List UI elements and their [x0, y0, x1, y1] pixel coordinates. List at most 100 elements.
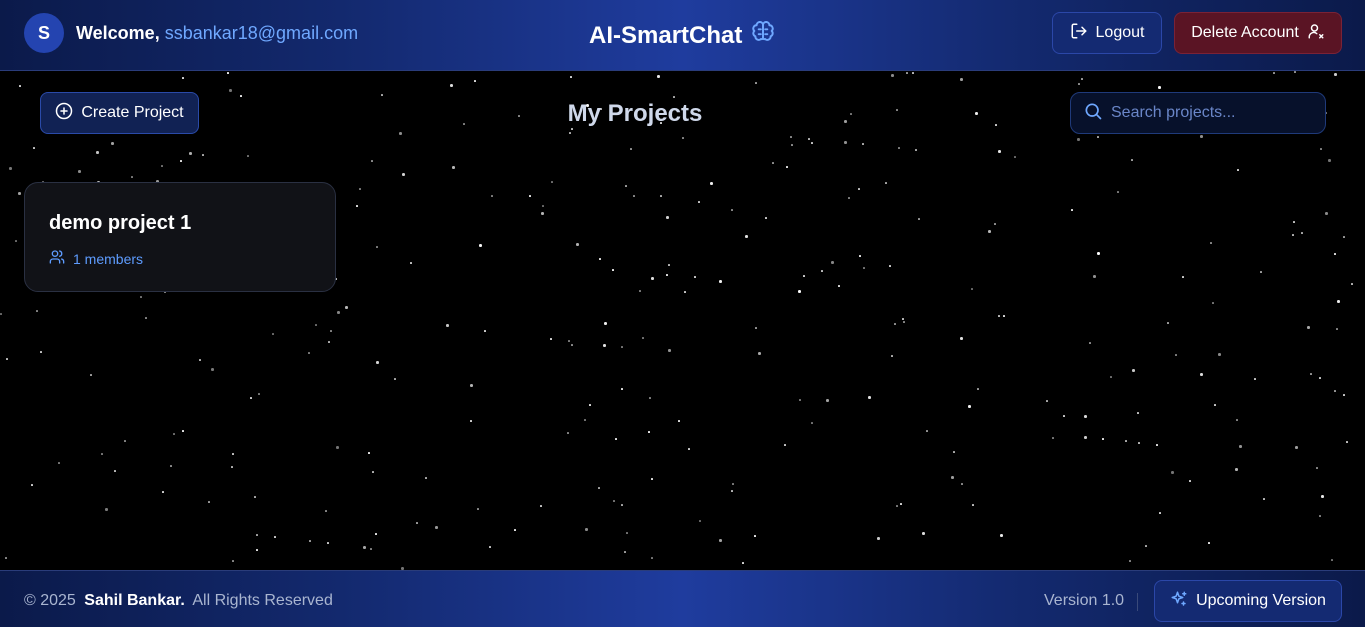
star-dot	[1212, 302, 1214, 304]
star-dot	[1081, 78, 1083, 80]
star-dot	[145, 317, 147, 319]
star-dot	[256, 549, 258, 551]
star-dot	[327, 542, 329, 544]
star-dot	[227, 72, 229, 74]
star-dot	[699, 520, 701, 522]
star-dot	[1346, 441, 1348, 443]
star-dot	[446, 324, 449, 327]
star-dot	[863, 267, 865, 269]
star-dot	[309, 540, 311, 542]
star-dot	[124, 440, 126, 442]
search-input[interactable]	[1111, 104, 1311, 122]
star-dot	[821, 270, 823, 272]
star-dot	[416, 522, 418, 524]
star-dot	[1200, 135, 1203, 138]
star-dot	[140, 296, 142, 298]
star-dot	[786, 166, 788, 168]
copyright-text: © 2025 Sahil Bankar. All Rights Reserved	[24, 592, 333, 610]
star-dot	[765, 217, 767, 219]
star-dot	[603, 344, 606, 347]
star-dot	[325, 510, 327, 512]
star-dot	[131, 176, 133, 178]
star-dot	[642, 337, 644, 339]
star-dot	[698, 201, 700, 203]
star-dot	[1236, 419, 1238, 421]
star-dot	[247, 155, 249, 157]
star-dot	[258, 393, 260, 395]
star-dot	[998, 150, 1001, 153]
logout-icon	[1070, 22, 1088, 45]
star-dot	[90, 374, 92, 376]
star-dot	[33, 147, 35, 149]
search-box[interactable]	[1070, 92, 1326, 134]
user-x-icon	[1307, 22, 1325, 45]
star-dot	[1097, 136, 1099, 138]
star-dot	[15, 240, 17, 242]
star-dot	[31, 484, 33, 486]
star-dot	[381, 94, 383, 96]
star-dot	[710, 182, 713, 185]
star-dot	[202, 154, 204, 156]
star-dot	[250, 397, 252, 399]
star-dot	[1089, 342, 1091, 344]
user-avatar[interactable]: S	[24, 13, 64, 53]
star-dot	[1063, 415, 1065, 417]
star-dot	[719, 539, 722, 542]
star-dot	[731, 209, 733, 211]
star-dot	[162, 491, 164, 493]
star-dot	[1319, 377, 1321, 379]
search-icon	[1083, 101, 1103, 126]
star-dot	[668, 264, 670, 266]
star-dot	[363, 546, 366, 549]
star-dot	[1138, 442, 1140, 444]
star-dot	[811, 142, 813, 144]
star-dot	[589, 404, 591, 406]
star-dot	[1254, 378, 1256, 380]
project-card[interactable]: demo project 1 1 members	[24, 182, 336, 292]
star-dot	[231, 466, 233, 468]
star-dot	[1263, 498, 1265, 500]
star-dot	[182, 430, 184, 432]
star-dot	[356, 205, 358, 207]
star-dot	[399, 132, 402, 135]
star-dot	[571, 344, 573, 346]
brain-icon	[750, 19, 776, 52]
star-dot	[345, 306, 348, 309]
star-dot	[604, 322, 607, 325]
star-dot	[567, 432, 569, 434]
star-dot	[657, 75, 660, 78]
star-dot	[1077, 138, 1080, 141]
star-dot	[368, 452, 370, 454]
star-dot	[491, 195, 493, 197]
star-dot	[630, 148, 632, 150]
star-dot	[625, 185, 627, 187]
upcoming-version-button[interactable]: Upcoming Version	[1154, 580, 1342, 622]
welcome-text: Welcome, ssbankar18@gmail.com	[76, 23, 358, 44]
star-dot	[569, 132, 571, 134]
star-dot	[612, 269, 614, 271]
star-dot	[731, 490, 733, 492]
star-dot	[633, 195, 635, 197]
star-dot	[668, 349, 671, 352]
star-dot	[660, 195, 662, 197]
star-dot	[229, 89, 232, 92]
star-dot	[649, 397, 651, 399]
star-dot	[376, 246, 378, 248]
members-count: 1 members	[73, 250, 144, 267]
star-dot	[1343, 394, 1345, 396]
star-dot	[1260, 271, 1262, 273]
star-dot	[998, 315, 1000, 317]
sparkles-icon	[1170, 590, 1188, 613]
logout-button[interactable]: Logout	[1052, 12, 1162, 54]
star-dot	[798, 290, 801, 293]
star-dot	[208, 501, 210, 503]
star-dot	[960, 78, 963, 81]
star-dot	[470, 420, 472, 422]
delete-account-button[interactable]: Delete Account	[1174, 12, 1342, 54]
app-title: AI-SmartChat	[589, 21, 743, 49]
star-dot	[1210, 242, 1212, 244]
star-dot	[370, 548, 372, 550]
star-dot	[274, 536, 276, 538]
star-dot	[1292, 234, 1294, 236]
star-dot	[1102, 438, 1104, 440]
